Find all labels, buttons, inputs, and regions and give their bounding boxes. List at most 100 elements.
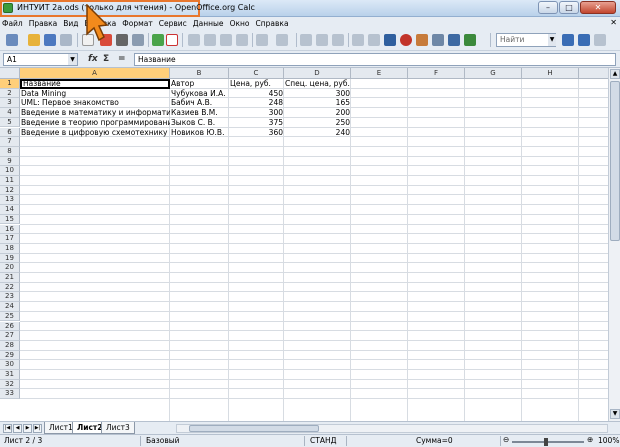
maximize-button[interactable]: □ <box>559 1 579 14</box>
sort-ascending-icon[interactable] <box>316 34 328 46</box>
table-cell[interactable]: Бабич А.В. <box>170 98 229 108</box>
row-header[interactable]: 2 <box>0 88 20 99</box>
row-header[interactable]: 24 <box>0 302 20 312</box>
table-cell[interactable]: 300 <box>284 89 351 99</box>
name-box-chevron-down-icon[interactable]: ▼ <box>68 54 77 65</box>
spellcheck-icon[interactable] <box>152 34 164 46</box>
hyperlink-icon[interactable] <box>300 34 312 46</box>
scroll-down-icon[interactable]: ▼ <box>610 409 620 419</box>
table-cell[interactable]: UML: Первое знакомство <box>20 98 170 108</box>
undo-icon[interactable] <box>256 34 268 46</box>
row-header[interactable]: 12 <box>0 185 20 196</box>
table-cell[interactable]: Введение в математику и информатику <box>20 108 170 118</box>
row-header[interactable]: 13 <box>0 195 20 206</box>
table-cell[interactable]: 165 <box>284 98 351 108</box>
menu-file[interactable]: Файл <box>2 19 23 28</box>
row-header[interactable]: 21 <box>0 273 20 283</box>
find-previous-icon[interactable] <box>578 34 590 46</box>
row-header[interactable]: 16 <box>0 224 20 235</box>
row-header[interactable]: 30 <box>0 360 20 370</box>
row-header[interactable]: 28 <box>0 340 20 351</box>
table-cell[interactable]: Цена, руб. <box>229 79 284 89</box>
row-header[interactable]: 22 <box>0 282 20 293</box>
row-header[interactable]: 17 <box>0 234 20 244</box>
column-header[interactable]: G <box>465 68 522 79</box>
gallery-icon[interactable] <box>416 34 428 46</box>
formula-input[interactable]: Название <box>134 53 616 66</box>
horizontal-scrollbar[interactable] <box>176 424 608 433</box>
sort-descending-icon[interactable] <box>332 34 344 46</box>
function-wizard-icon[interactable]: fx <box>88 54 98 64</box>
open-folder-icon[interactable] <box>28 34 40 46</box>
email-icon[interactable] <box>60 34 72 46</box>
row-header[interactable]: 26 <box>0 321 20 332</box>
insert-chart-icon[interactable] <box>352 34 364 46</box>
column-header[interactable]: I <box>579 68 608 79</box>
row-header[interactable]: 10 <box>0 166 20 176</box>
close-document-icon[interactable]: ✕ <box>610 18 617 27</box>
find-next-icon[interactable] <box>562 34 574 46</box>
row-header[interactable]: 1 <box>0 79 20 89</box>
table-cell[interactable]: Новиков Ю.В. <box>170 128 229 138</box>
table-cell[interactable]: Чубукова И.А. <box>170 89 229 99</box>
clone-formatting-icon[interactable] <box>236 34 248 46</box>
column-header[interactable]: C <box>229 68 284 79</box>
spreadsheet-grid[interactable]: ABCDEFGHI 123456789101112131415161718192… <box>0 68 608 421</box>
zoom-slider-knob[interactable] <box>544 438 548 446</box>
column-header[interactable]: F <box>408 68 465 79</box>
row-header[interactable]: 4 <box>0 108 20 118</box>
row-header[interactable]: 18 <box>0 243 20 254</box>
table-cell[interactable]: 300 <box>229 108 284 118</box>
last-sheet-icon[interactable]: ▶| <box>33 424 42 433</box>
table-cell[interactable]: Спец. цена, руб. <box>284 79 351 89</box>
table-cell[interactable]: Автор <box>170 79 229 89</box>
column-header[interactable]: E <box>351 68 408 79</box>
row-header[interactable]: 19 <box>0 253 20 264</box>
row-header[interactable]: 32 <box>0 379 20 390</box>
save-icon[interactable] <box>44 34 56 46</box>
draw-functions-icon[interactable] <box>368 34 380 46</box>
row-header[interactable]: 20 <box>0 263 20 273</box>
row-header[interactable]: 14 <box>0 205 20 215</box>
row-header[interactable]: 6 <box>0 127 20 138</box>
vertical-scroll-thumb[interactable] <box>610 81 620 241</box>
prev-sheet-icon[interactable]: ◀ <box>13 424 22 433</box>
close-button[interactable]: ✕ <box>580 1 616 14</box>
row-header[interactable]: 25 <box>0 311 20 322</box>
status-mode[interactable]: СТАНД <box>310 436 336 445</box>
cut-icon[interactable] <box>188 34 200 46</box>
status-page-style[interactable]: Базовый <box>146 436 180 445</box>
table-cell[interactable]: 360 <box>229 128 284 138</box>
data-sources-icon[interactable] <box>432 34 444 46</box>
menu-data[interactable]: Данные <box>193 19 224 28</box>
page-preview-icon[interactable] <box>132 34 144 46</box>
table-cell[interactable]: Введение в цифровую схемотехнику <box>20 128 170 138</box>
copy-icon[interactable] <box>204 34 216 46</box>
calc-app-icon[interactable] <box>3 3 13 13</box>
print-icon[interactable] <box>116 34 128 46</box>
horizontal-scroll-thumb[interactable] <box>189 425 319 432</box>
table-cell[interactable]: 450 <box>229 89 284 99</box>
new-document-icon[interactable] <box>6 34 18 46</box>
row-header[interactable]: 9 <box>0 156 20 167</box>
row-header[interactable]: 23 <box>0 292 20 303</box>
table-cell[interactable]: 200 <box>284 108 351 118</box>
table-cell[interactable]: Казиев В.М. <box>170 108 229 118</box>
name-box[interactable]: A1 <box>3 53 78 66</box>
table-cell[interactable]: 250 <box>284 118 351 128</box>
table-cell[interactable]: 248 <box>229 98 284 108</box>
row-header[interactable]: 3 <box>0 98 20 109</box>
menu-format[interactable]: Формат <box>122 19 152 28</box>
column-header[interactable]: B <box>170 68 229 79</box>
column-header[interactable]: A <box>20 68 170 79</box>
find-replace-icon[interactable] <box>384 34 396 46</box>
column-header[interactable]: H <box>522 68 579 79</box>
zoom-level[interactable]: 100% <box>598 436 619 445</box>
row-header[interactable]: 11 <box>0 176 20 186</box>
vertical-scrollbar[interactable]: ▲ ▼ <box>608 68 620 421</box>
find-input[interactable]: Найти <box>496 33 556 47</box>
toolbar-options-icon[interactable] <box>594 34 606 46</box>
zoom-icon[interactable] <box>448 34 460 46</box>
column-header[interactable]: D <box>284 68 351 79</box>
menu-view[interactable]: Вид <box>63 19 78 28</box>
